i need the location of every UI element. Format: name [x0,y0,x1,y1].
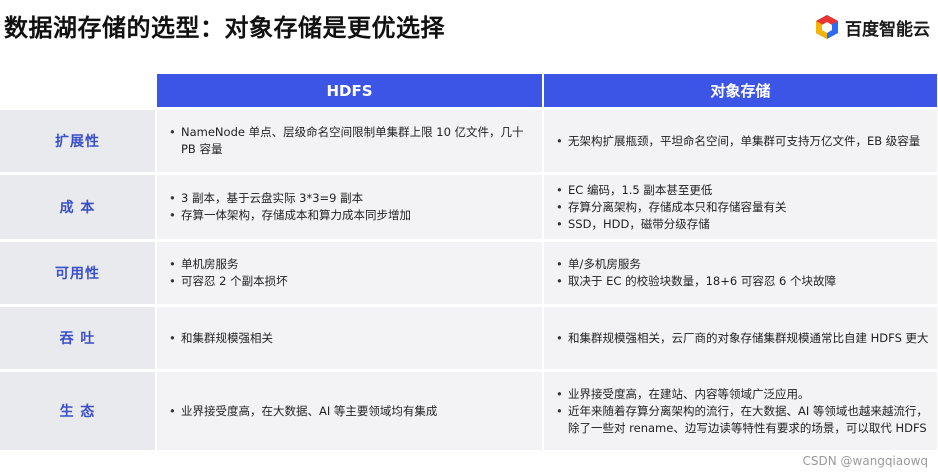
row-label-cost: 成 本 [0,175,155,239]
cell-object-ecosystem: 业界接受度高，在建站、内容等领域广泛应用。 近年来随着存算分离架构的流行，在大数… [544,372,937,450]
list-item: 存算一体架构，存储成本和算力成本同步增加 [169,207,411,224]
cell-hdfs-availability: 单机房服务 可容忍 2 个副本损坏 [157,242,542,304]
list-item: SSD，HDD，磁带分级存储 [556,216,787,233]
header-object-storage: 对象存储 [544,74,937,107]
list-item: 单机房服务 [169,256,288,273]
list-item: 无架构扩展瓶颈，平坦命名空间，单集群可支持万亿文件，EB 级容量 [556,133,920,150]
row-label-scalability: 扩展性 [0,110,155,172]
list-item: 单/多机房服务 [556,256,836,273]
header-hdfs: HDFS [157,74,542,107]
cell-hdfs-ecosystem: 业界接受度高，在大数据、AI 等主要领域均有集成 [157,372,542,450]
header-blank [0,74,155,107]
list-item: 和集群规模强相关 [169,330,273,347]
list-item: 存算分离架构，存储成本只和存储容量有关 [556,199,786,216]
row-label-availability: 可用性 [0,242,155,304]
cell-object-throughput: 和集群规模强相关，云厂商的对象存储集群规模通常比自建 HDFS 更大 [544,307,937,369]
slide: 数据湖存储的选型：对象存储是更优选择 百度智能云 HDFS 对象存储 扩展性 N… [0,0,938,472]
cell-hdfs-scalability: NameNode 单点、层级命名空间限制单集群上限 10 亿文件，几十 PB 容… [157,110,542,172]
cell-hdfs-cost: 3 副本，基于云盘实际 3*3=9 副本 存算一体架构，存储成本和算力成本同步增… [157,175,542,239]
logo: 百度智能云 [814,14,930,40]
list-item: 可容忍 2 个副本损坏 [169,273,288,290]
page-title: 数据湖存储的选型：对象存储是更优选择 [4,14,445,42]
list-item: NameNode 单点、层级命名空间限制单集群上限 10 亿文件，几十 PB 容… [169,124,534,158]
cell-object-availability: 单/多机房服务 取决于 EC 的校验块数量，18+6 可容忍 6 个块故障 [544,242,937,304]
list-item: 业界接受度高，在大数据、AI 等主要领域均有集成 [169,403,437,420]
cell-object-scalability: 无架构扩展瓶颈，平坦命名空间，单集群可支持万亿文件，EB 级容量 [544,110,937,172]
row-label-throughput: 吞 吐 [0,307,155,369]
list-item: EC 编码，1.5 副本甚至更低 [556,182,787,199]
list-item: 取决于 EC 的校验块数量，18+6 可容忍 6 个块故障 [556,273,836,290]
watermark: CSDN @wangqiaowq [802,454,929,468]
list-item: 3 副本，基于云盘实际 3*3=9 副本 [169,190,411,207]
list-item: 近年来随着存算分离架构的流行，在大数据、AI 等领域也越来越流行，除了一些对 r… [556,403,929,437]
row-label-ecosystem: 生 态 [0,372,155,450]
cell-object-cost: EC 编码，1.5 副本甚至更低 存算分离架构，存储成本只和存储容量有关 SSD… [544,175,937,239]
comparison-table: HDFS 对象存储 扩展性 NameNode 单点、层级命名空间限制单集群上限 … [0,74,938,450]
list-item: 业界接受度高，在建站、内容等领域广泛应用。 [556,386,929,403]
baidu-cloud-logo-icon [816,15,838,39]
cell-hdfs-throughput: 和集群规模强相关 [157,307,542,369]
list-item: 和集群规模强相关，云厂商的对象存储集群规模通常比自建 HDFS 更大 [556,330,929,347]
logo-text: 百度智能云 [845,19,930,40]
